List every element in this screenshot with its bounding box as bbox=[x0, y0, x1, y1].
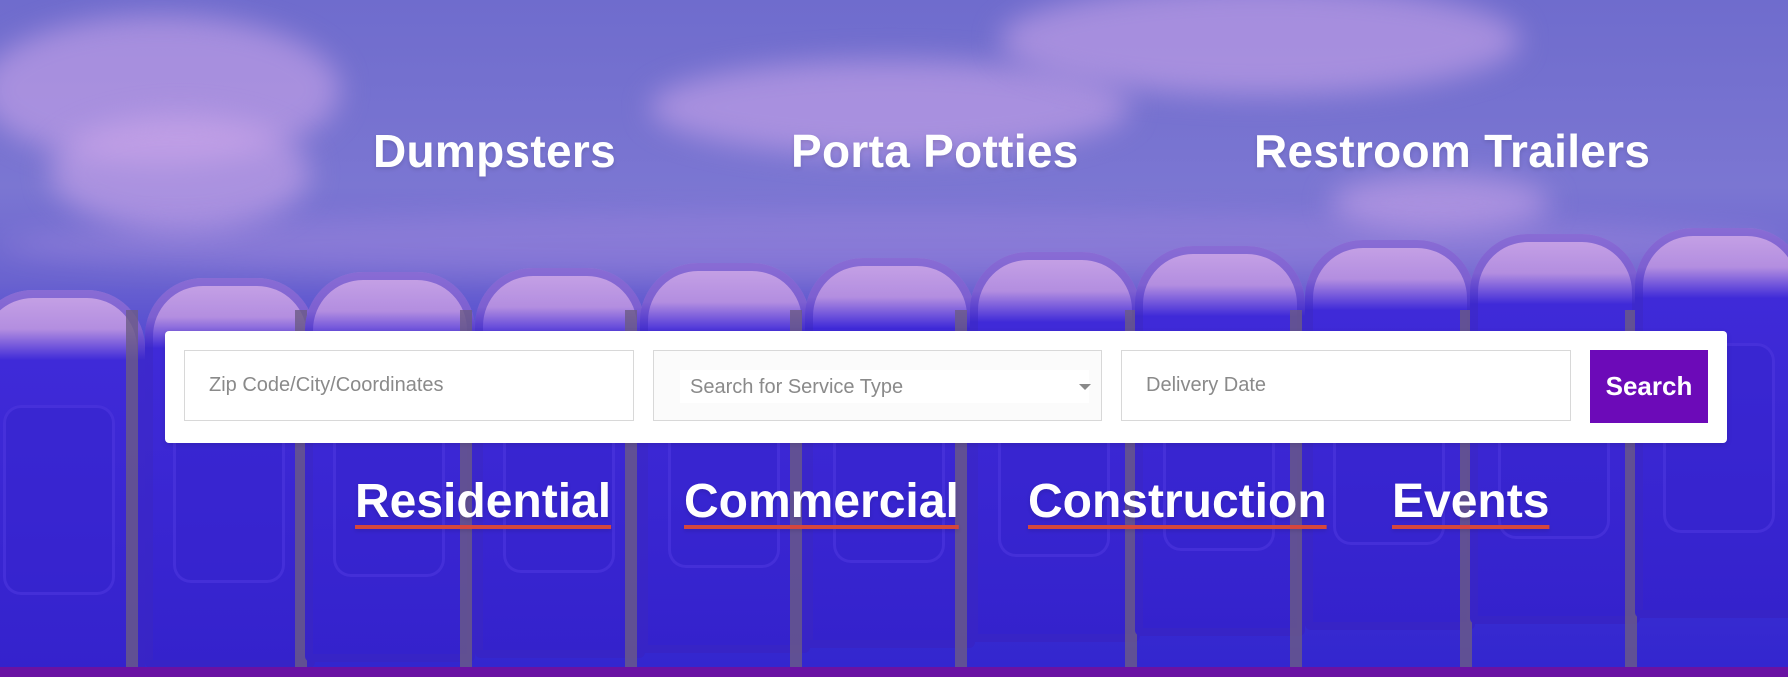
porta-potty-image bbox=[970, 252, 1140, 642]
service-nav: Dumpsters Porta Potties Restroom Trailer… bbox=[0, 128, 1788, 198]
service-type-field[interactable]: Search for Service Type bbox=[653, 350, 1102, 421]
segment-link-residential[interactable]: Residential bbox=[355, 478, 611, 526]
search-bar: Search for Service Type Search bbox=[165, 331, 1727, 443]
chevron-down-icon[interactable] bbox=[1079, 384, 1091, 390]
segment-link-events[interactable]: Events bbox=[1392, 478, 1549, 526]
search-button[interactable]: Search bbox=[1590, 350, 1708, 423]
porta-potty-image bbox=[640, 263, 810, 653]
segment-link-construction[interactable]: Construction bbox=[1028, 478, 1327, 526]
porta-potty-image bbox=[805, 258, 975, 648]
service-type-select[interactable]: Search for Service Type bbox=[680, 370, 1089, 403]
service-link-porta-potties[interactable]: Porta Potties bbox=[791, 128, 1079, 174]
service-link-restroom-trailers[interactable]: Restroom Trailers bbox=[1254, 128, 1650, 174]
service-type-placeholder: Search for Service Type bbox=[690, 376, 904, 398]
delivery-date-field[interactable] bbox=[1121, 350, 1571, 421]
segment-link-commercial[interactable]: Commercial bbox=[684, 478, 959, 526]
service-link-dumpsters[interactable]: Dumpsters bbox=[373, 128, 616, 174]
bottom-accent-bar bbox=[0, 667, 1788, 677]
zip-code-field[interactable] bbox=[184, 350, 634, 421]
porta-potty-background bbox=[0, 220, 1788, 667]
segment-nav: Residential Commercial Construction Even… bbox=[0, 478, 1788, 548]
zip-code-input[interactable] bbox=[185, 351, 633, 420]
hero-section: Dumpsters Porta Potties Restroom Trailer… bbox=[0, 0, 1788, 667]
porta-potty-image bbox=[475, 268, 645, 658]
delivery-date-input[interactable] bbox=[1122, 351, 1570, 420]
